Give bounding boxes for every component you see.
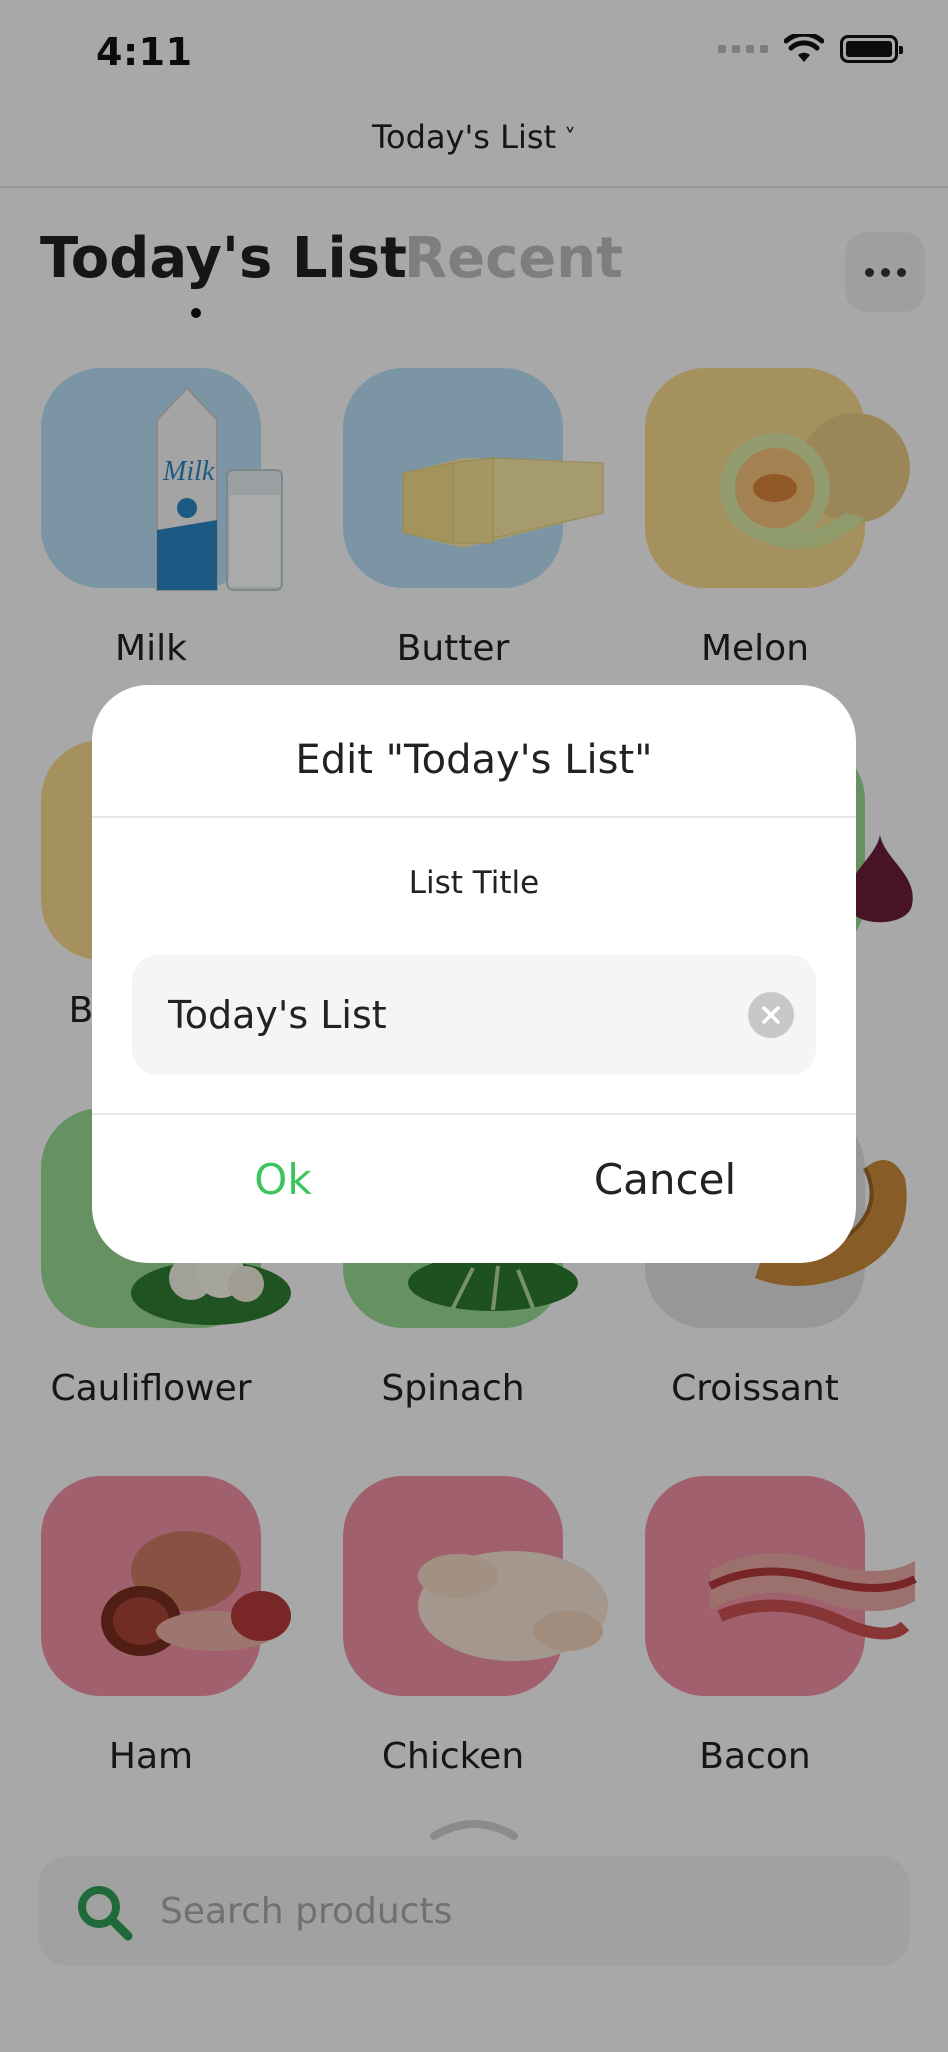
clear-text-button[interactable]	[748, 992, 794, 1038]
list-title-field[interactable]	[132, 955, 816, 1075]
close-icon	[762, 1006, 780, 1024]
dialog-divider	[92, 816, 856, 818]
ok-button[interactable]: Ok	[92, 1155, 474, 1204]
list-title-input[interactable]	[168, 955, 728, 1075]
cancel-button[interactable]: Cancel	[474, 1155, 856, 1204]
dialog-title: Edit "Today's List"	[295, 737, 653, 783]
app-screen: 4:11 Today's List ˅ Today's List Recent M…	[0, 0, 948, 2052]
list-title-label: List Title	[408, 865, 540, 901]
edit-list-dialog: Edit "Today's List" List Title Ok Cancel	[92, 685, 856, 1263]
dialog-divider	[92, 1113, 856, 1115]
